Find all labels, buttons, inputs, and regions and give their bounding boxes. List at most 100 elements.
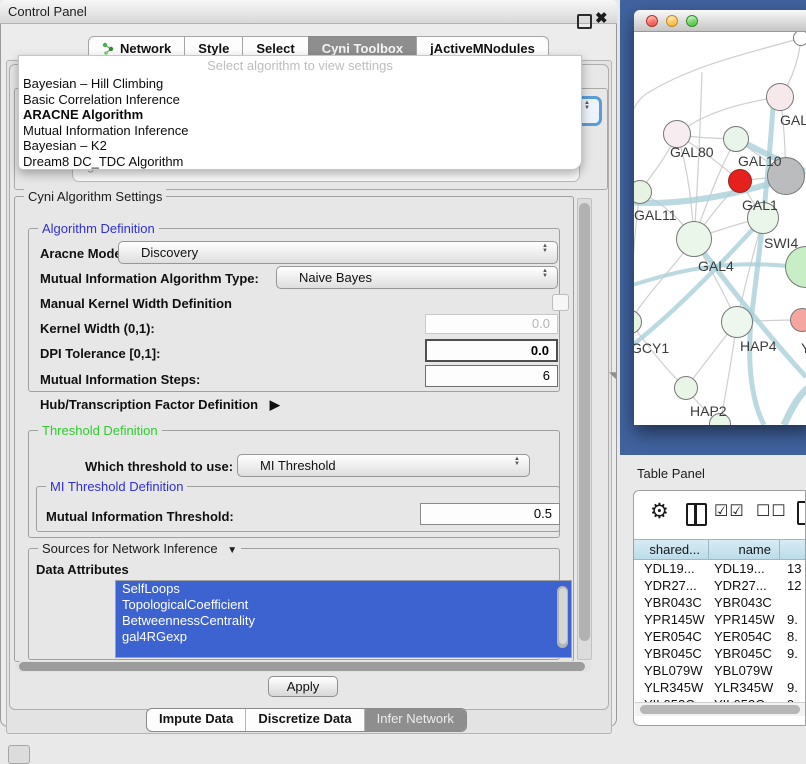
algorithm-option-aracne[interactable]: ARACNE Algorithm	[23, 107, 577, 123]
which-threshold-label: Which threshold to use:	[85, 459, 233, 474]
network-node-gal10[interactable]	[723, 126, 749, 152]
tab-label: Style	[198, 41, 229, 56]
table-panel-window: ⚙ ☑☑ ☐☐ shared... name YDL19...YDL19...1…	[633, 490, 806, 726]
network-node-gal4[interactable]	[676, 221, 712, 257]
list-item-topologicalcoefficient[interactable]: TopologicalCoefficient	[116, 597, 571, 613]
scrollbar-thumb[interactable]	[559, 588, 567, 644]
which-threshold-combo[interactable]: MI Threshold ▲▼	[237, 454, 530, 477]
node-label: SWI4	[764, 235, 798, 251]
deselect-all-icon[interactable]: ☐☐	[756, 501, 787, 521]
aracne-mode-combo[interactable]: Discovery ▲▼	[118, 241, 558, 264]
list-item-betweennesscentrality[interactable]: BetweennessCentrality	[116, 613, 571, 629]
network-node-hap2[interactable]	[674, 376, 698, 400]
algorithm-option-basic-correlation[interactable]: Basic Correlation Inference	[23, 92, 577, 108]
tab-impute-data[interactable]: Impute Data	[147, 709, 245, 731]
table-row[interactable]: YER054CYER054C8.	[634, 628, 806, 645]
kernel-width-label: Kernel Width (0,1):	[40, 321, 155, 336]
network-node[interactable]	[793, 32, 806, 46]
settings-horizontal-scrollbar[interactable]	[16, 661, 592, 672]
node-label: HAP4	[740, 338, 777, 354]
hub-definition-toggle[interactable]: Hub/Transcription Factor Definition ▶	[40, 397, 280, 413]
sources-group-toggle[interactable]: Sources for Network Inference ▼	[38, 541, 241, 556]
close-icon[interactable]: ✖	[595, 9, 608, 27]
table-row[interactable]: YPR145WYPR145W9.	[634, 611, 806, 628]
table-panel-title: Table Panel	[637, 466, 705, 481]
table-row[interactable]: YBL079WYBL079W	[634, 662, 806, 679]
settings-vertical-scrollbar[interactable]	[577, 198, 592, 660]
tab-discretize-data[interactable]: Discretize Data	[245, 709, 363, 731]
cyni-settings-group-title: Cyni Algorithm Settings	[24, 189, 166, 204]
control-panel-title: Control Panel	[8, 4, 87, 19]
scrollbar-thumb[interactable]	[579, 203, 590, 641]
kernel-width-field[interactable]: 0.0	[425, 314, 558, 334]
hub-definition-label: Hub/Transcription Factor Definition	[40, 397, 258, 412]
bottom-tab-bar: Impute Data Discretize Data Infer Networ…	[146, 708, 467, 732]
network-node[interactable]	[766, 83, 794, 111]
mi-steps-field[interactable]: 6	[425, 365, 558, 387]
scrollbar-thumb[interactable]	[19, 662, 585, 671]
tab-label: Select	[256, 41, 294, 56]
manual-kernel-checkbox[interactable]	[552, 294, 569, 311]
combo-arrows-icon: ▲▼	[542, 244, 548, 254]
algorithm-option-mutual-information[interactable]: Mutual Information Inference	[23, 123, 577, 139]
minimized-palette-icon[interactable]	[8, 745, 30, 764]
network-canvas[interactable]: GAL GAL80 GAL10 GAL1 GAL11 SWI4 GAL4 GCY…	[634, 32, 806, 425]
node-label: GAL80	[670, 144, 714, 160]
zoom-traffic-icon[interactable]	[686, 15, 698, 27]
network-icon	[102, 42, 115, 55]
node-label: GAL10	[738, 153, 782, 169]
control-panel-titlebar[interactable]: Control Panel	[0, 0, 617, 24]
combo-arrows-icon: ▲▼	[542, 269, 548, 279]
column-layout-icon[interactable]	[686, 503, 707, 526]
gear-icon[interactable]: ⚙	[650, 499, 669, 524]
float-window-icon[interactable]	[577, 14, 592, 29]
mi-type-combo[interactable]: Naive Bayes ▲▼	[276, 266, 558, 289]
combo-value: Naive Bayes	[299, 270, 372, 285]
tab-label: jActiveMNodules	[430, 41, 535, 56]
data-attributes-label: Data Attributes	[36, 562, 129, 577]
network-node-red[interactable]	[728, 169, 752, 193]
dpi-tolerance-field[interactable]: 0.0	[425, 339, 558, 362]
threshold-definition-title: Threshold Definition	[38, 423, 162, 438]
table-row[interactable]: YDR27...YDR27...12	[634, 577, 806, 594]
minimize-traffic-icon[interactable]	[666, 15, 678, 27]
list-item-partial[interactable]	[116, 645, 571, 658]
scrollbar-thumb[interactable]	[640, 705, 800, 714]
divider-handle[interactable]: ◥	[609, 370, 616, 381]
network-window-titlebar[interactable]	[634, 10, 806, 32]
table-row[interactable]: YLR345WYLR345W9.	[634, 679, 806, 696]
column-header-shared-name[interactable]: shared...	[633, 539, 709, 560]
node-label: Y	[801, 340, 806, 356]
algorithm-option-dream8[interactable]: Dream8 DC_TDC Algorithm	[23, 154, 577, 170]
mi-threshold-field[interactable]: 0.5	[420, 503, 560, 525]
node-label: GCY1	[634, 340, 669, 356]
expand-right-icon: ▶	[270, 397, 280, 412]
dropdown-placeholder: Select algorithm to view settings	[19, 58, 581, 73]
column-header-name[interactable]: name	[708, 539, 780, 560]
document-icon[interactable]	[797, 501, 806, 525]
combo-value: MI Threshold	[260, 458, 336, 473]
collapse-down-icon: ▼	[227, 545, 237, 556]
attributes-list-scrollbar[interactable]	[557, 586, 568, 648]
node-label: GAL11	[634, 207, 677, 223]
table-horizontal-scrollbar[interactable]	[635, 702, 806, 716]
network-node-hap4[interactable]	[721, 306, 753, 338]
mi-threshold-group-title: MI Threshold Definition	[46, 479, 187, 494]
algorithm-option-bayesian-hill-climbing[interactable]: Bayesian – Hill Climbing	[23, 76, 577, 92]
algorithm-option-bayesian-k2[interactable]: Bayesian – K2	[23, 138, 577, 154]
table-row[interactable]: YDL19...YDL19...13	[634, 560, 806, 577]
combo-arrows-icon: ▲▼	[584, 101, 590, 111]
select-all-icon[interactable]: ☑☑	[714, 501, 745, 521]
tab-infer-network[interactable]: Infer Network	[364, 709, 466, 731]
column-header-cut[interactable]	[779, 539, 806, 560]
node-label: GAL4	[698, 258, 734, 274]
table-row[interactable]: YBR045CYBR045C9.	[634, 645, 806, 662]
apply-button[interactable]: Apply	[268, 676, 338, 697]
data-attributes-list[interactable]: SelfLoops TopologicalCoefficient Between…	[115, 580, 572, 658]
close-traffic-icon[interactable]	[646, 15, 658, 27]
algorithm-dropdown-popup: Select algorithm to view settings Bayesi…	[18, 55, 582, 170]
list-item-gal4rgexp[interactable]: gal4RGexp	[116, 629, 571, 645]
table-row[interactable]: YBR043CYBR043C	[634, 594, 806, 611]
table-header-row: shared... name	[634, 539, 806, 560]
list-item-selfloops[interactable]: SelfLoops	[116, 581, 571, 597]
